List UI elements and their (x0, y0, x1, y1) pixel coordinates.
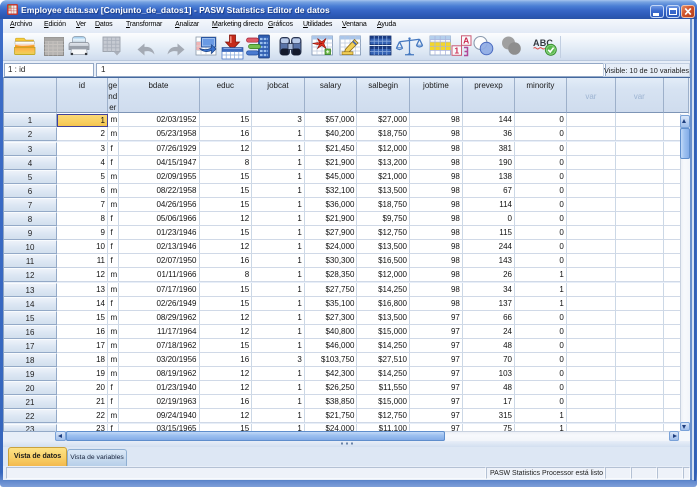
svg-text:1: 1 (454, 46, 459, 56)
svg-text:A: A (463, 36, 469, 46)
